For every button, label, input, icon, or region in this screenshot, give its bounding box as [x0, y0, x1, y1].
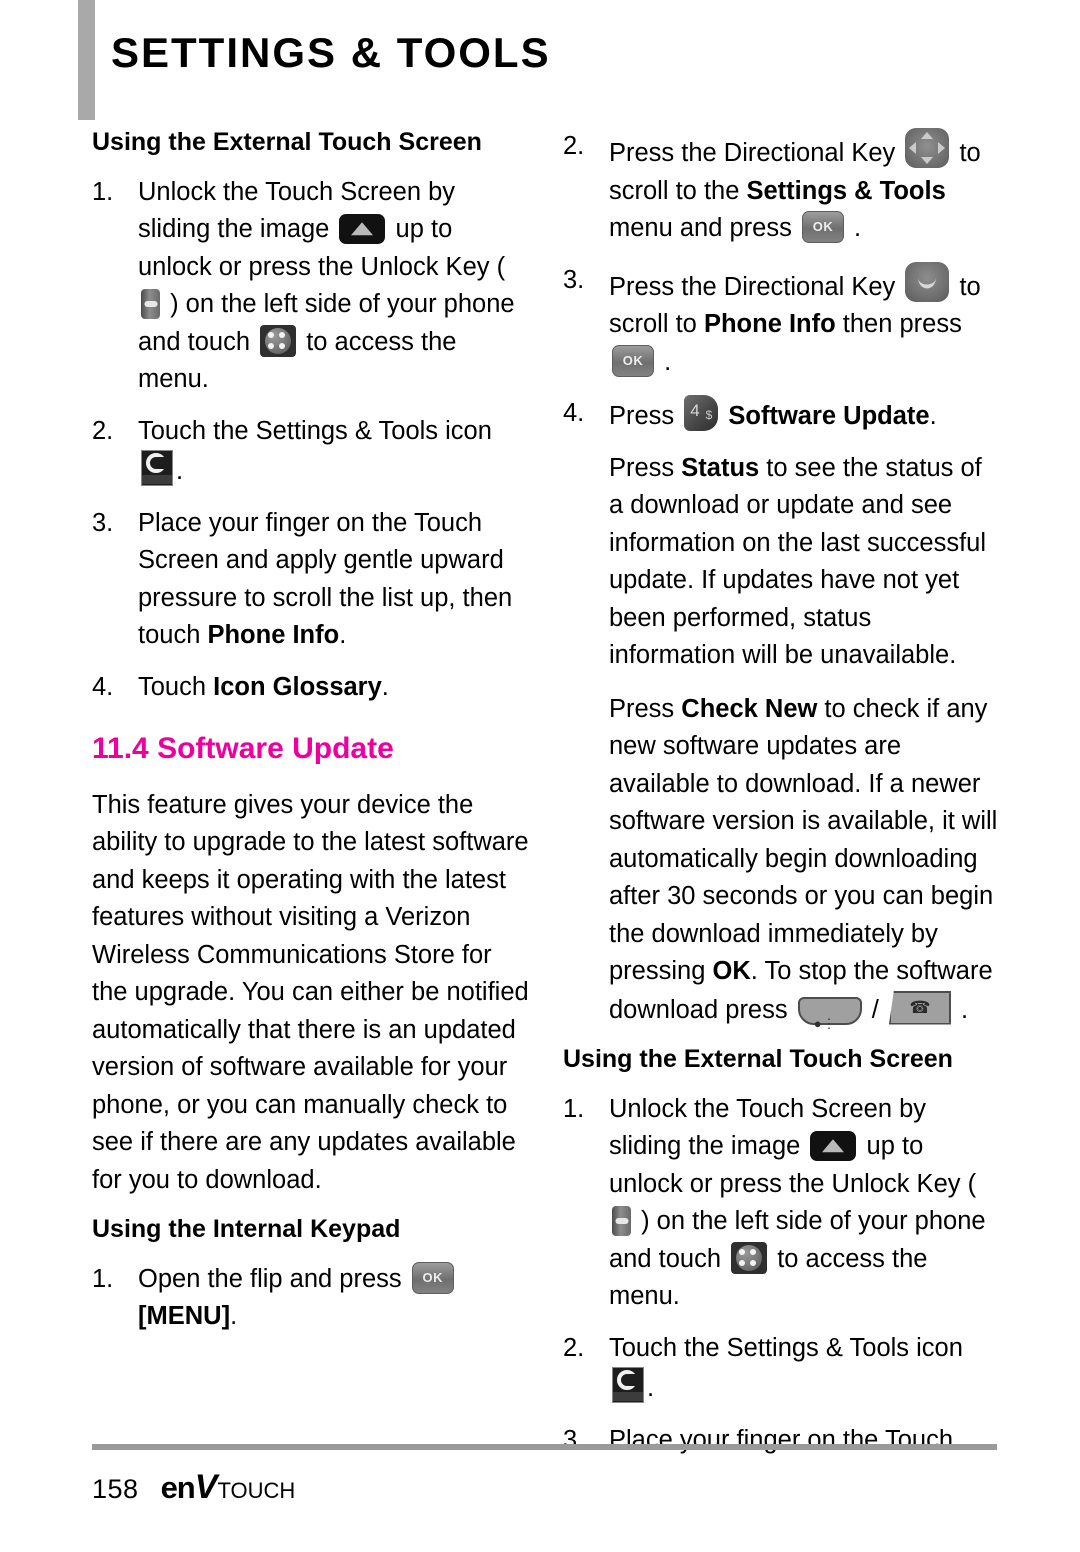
brand-touch: TOUCH [217, 1478, 296, 1503]
unlock-key-icon [141, 289, 160, 319]
step-item: 3. Place your finger on the Touch Screen … [92, 505, 532, 655]
right-column: 2. Press the Directional Key to scroll to… [563, 128, 1003, 1473]
checknew-paragraph: Press Check New to check if any new soft… [609, 694, 998, 1031]
footer-divider [92, 1444, 997, 1450]
emphasis-text: Check New [681, 694, 818, 723]
step-item: 1. Open the flip and press [MENU]. [92, 1261, 532, 1336]
intro-paragraph: This feature gives your device the abili… [92, 790, 529, 1194]
step-text: Unlock the Touch Screen by sliding the i… [609, 1094, 986, 1311]
steps-external-left: 1. Unlock the Touch Screen by sliding the… [92, 174, 532, 707]
emphasis-text: Settings & Tools [746, 176, 946, 205]
step-number: 2. [563, 1333, 585, 1362]
subheading-external-touch-screen-right: Using the External Touch Screen [563, 1045, 953, 1073]
key-4-icon: 4 $ [684, 395, 719, 431]
manual-page: SETTINGS & TOOLS Using the External Touc… [0, 0, 1080, 1552]
menu-dots-icon [731, 1241, 768, 1274]
brand-logo: enV TOUCH [161, 1468, 296, 1507]
step-item: 2. Touch the Settings & Tools icon . [563, 1330, 1003, 1408]
subheading-external-touch-screen-left: Using the External Touch Screen [92, 128, 482, 156]
step-number: 1. [563, 1094, 585, 1123]
page-footer: 158 enV TOUCH [92, 1444, 997, 1507]
step-text: Unlock the Touch Screen by sliding the i… [138, 177, 515, 394]
settings-tools-icon [141, 450, 173, 486]
steps-internal-left: 1. Open the flip and press [MENU]. [92, 1261, 532, 1336]
left-column: Using the External Touch Screen 1. Unlock… [92, 128, 532, 1350]
emphasis-text: Icon Glossary [213, 672, 382, 701]
step-number: 2. [92, 416, 114, 445]
status-paragraph: Press Status to see the status of a down… [609, 453, 987, 670]
emphasis-text: Status [681, 453, 760, 482]
steps-internal-right: 2. Press the Directional Key to scroll to… [563, 128, 1003, 436]
step-text: Press the Directional Key to scroll to P… [609, 261, 981, 377]
step-item: 1. Unlock the Touch Screen by sliding the… [92, 174, 532, 399]
brand-env: enV [160, 1468, 218, 1506]
step-item: 2. Touch the Settings & Tools icon . [92, 413, 532, 491]
slide-up-arrow-icon [339, 214, 386, 244]
step-text: Press the Directional Key to scroll to t… [609, 128, 981, 243]
step-number: 3. [563, 265, 585, 294]
menu-dots-icon [260, 324, 297, 357]
step-item: 3. Press the Directional Key to scroll to… [563, 261, 1003, 382]
step-item: 4. Press 4 $ Software Update. [563, 395, 1003, 436]
directional-key-icon [905, 128, 950, 168]
step-number: 4. [92, 672, 114, 701]
step-text: Touch the Settings & Tools icon . [138, 416, 492, 486]
step-item: 4. Touch Icon Glossary. [92, 669, 532, 707]
slide-up-arrow-icon [810, 1131, 857, 1161]
ok-key-icon [801, 211, 844, 243]
ok-key-icon [612, 344, 654, 377]
emphasis-text: Phone Info [703, 310, 836, 338]
step-text: Open the flip and press [MENU]. [138, 1261, 457, 1330]
step-text: Press 4 $ Software Update. [609, 395, 937, 431]
footer-content: 158 enV TOUCH [92, 1468, 997, 1507]
directional-key-down-icon [905, 261, 950, 302]
ok-key-icon [411, 1261, 454, 1294]
step-text: Touch the Settings & Tools icon . [609, 1333, 963, 1403]
emphasis-text: [MENU] [138, 1302, 231, 1330]
page-title: SETTINGS & TOOLS [111, 29, 551, 76]
end-call-key-icon: ☎ [888, 990, 951, 1025]
emphasis-text: OK [712, 957, 751, 985]
header-accent-bar [78, 0, 95, 120]
emphasis-text: Phone Info [207, 621, 340, 649]
section-heading-software-update: 11.4 Software Update [92, 732, 394, 765]
subheading-internal-keypad: Using the Internal Keypad [92, 1215, 401, 1243]
step-item: 2. Press the Directional Key to scroll to… [563, 128, 1003, 248]
step-number: 1. [92, 1264, 114, 1293]
step-number: 3. [92, 508, 114, 537]
step-item: 1. Unlock the Touch Screen by sliding the… [563, 1091, 1003, 1316]
step-text: Touch Icon Glossary. [138, 672, 389, 701]
step-number: 4. [563, 399, 585, 427]
steps-external-right: 1. Unlock the Touch Screen by sliding the… [563, 1091, 1003, 1460]
step-text: Place your finger on the Touch Screen an… [138, 508, 513, 650]
step-number: 1. [92, 177, 114, 206]
page-number: 158 [92, 1474, 139, 1504]
clear-key-icon: ●⋮ [797, 996, 862, 1031]
page-header: SETTINGS & TOOLS [78, 0, 1008, 122]
step-number: 2. [563, 132, 585, 160]
settings-tools-icon [612, 1367, 644, 1403]
emphasis-text: Software Update [728, 402, 930, 430]
unlock-key-icon [612, 1206, 631, 1236]
